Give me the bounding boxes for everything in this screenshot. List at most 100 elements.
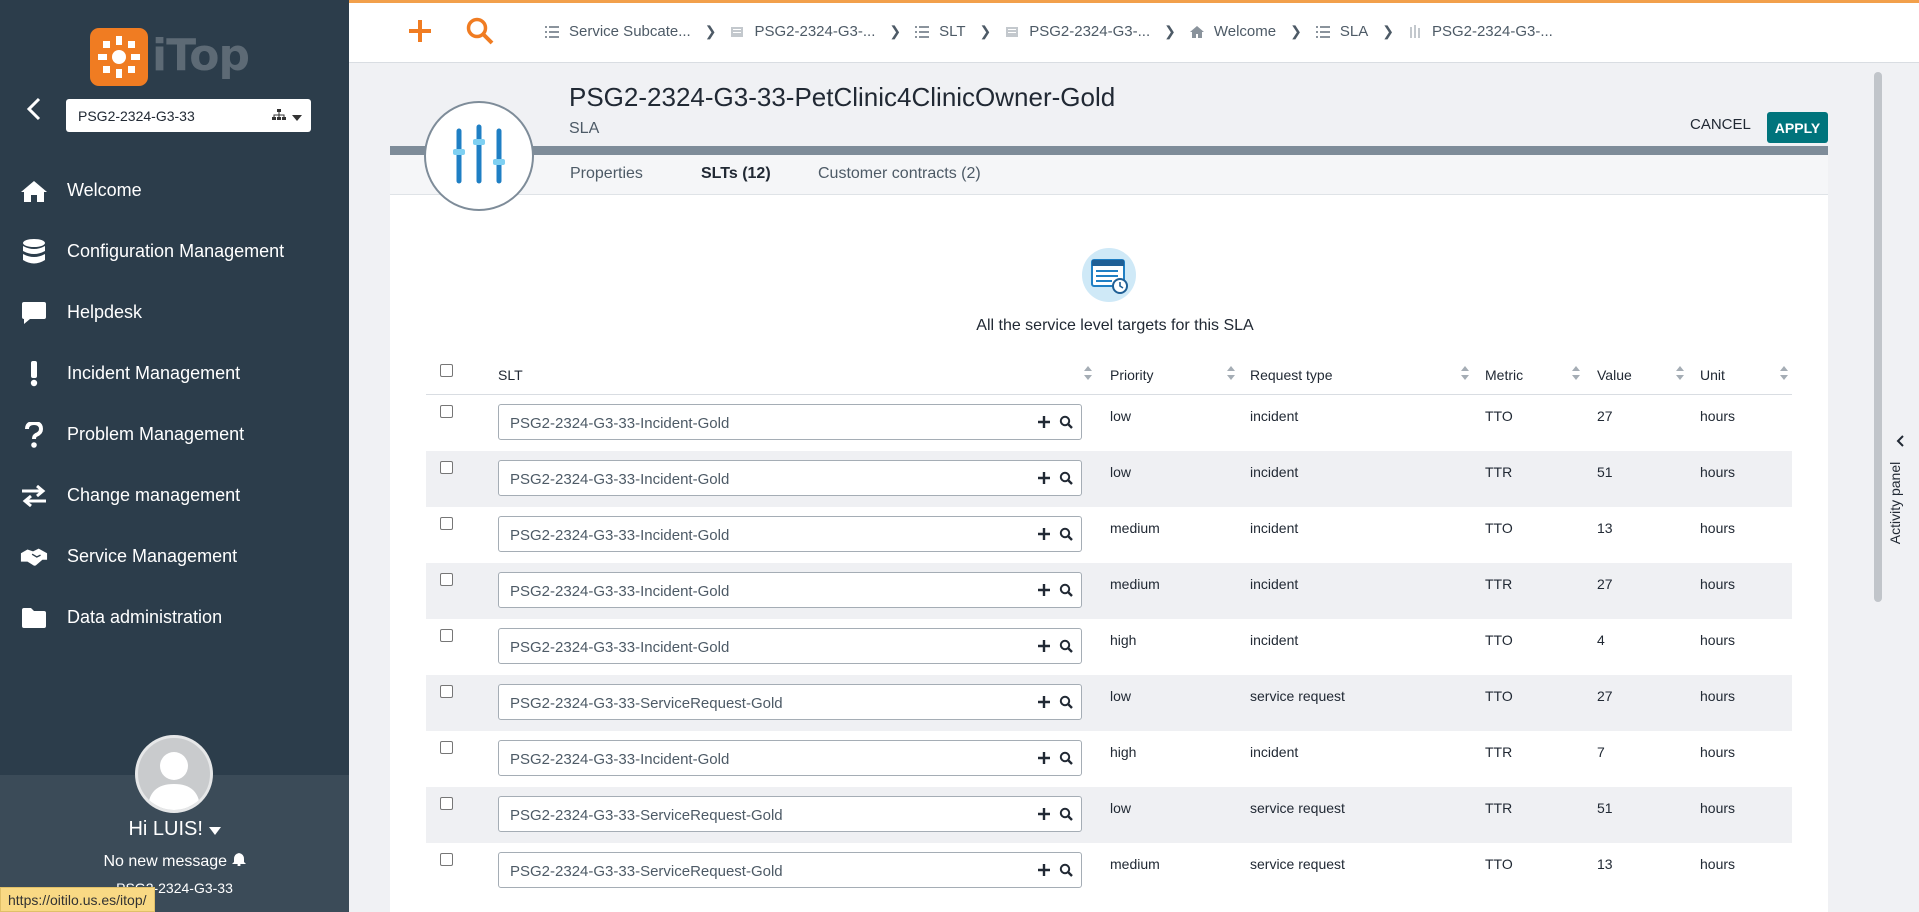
slt-field-value: PSG2-2324-G3-33-Incident-Gold [510,639,730,656]
search-icon[interactable] [465,16,495,46]
row-checkbox[interactable] [440,685,453,698]
slt-field[interactable]: PSG2-2324-G3-33-Incident-Gold [498,740,1082,776]
search-icon[interactable] [1059,471,1075,487]
cell-metric: TTO [1485,520,1513,536]
tab-slts[interactable]: SLTs (12) [701,165,771,183]
sort-icon[interactable] [1780,366,1788,380]
menu-item-problem-management[interactable]: Problem Management [0,404,349,465]
sidebar: iTop PSG2-2324-G3-33 Welcome Configurati… [0,0,349,912]
select-all-checkbox[interactable] [440,364,453,377]
row-checkbox[interactable] [440,517,453,530]
row-checkbox[interactable] [440,461,453,474]
organization-select[interactable]: PSG2-2324-G3-33 [66,99,311,132]
itop-logo[interactable]: iTop [90,28,260,88]
slt-field[interactable]: PSG2-2324-G3-33-Incident-Gold [498,516,1082,552]
search-icon[interactable] [1059,751,1075,767]
column-header-slt[interactable]: SLT [498,367,523,383]
slt-field[interactable]: PSG2-2324-G3-33-ServiceRequest-Gold [498,852,1082,888]
cell-unit: hours [1700,688,1736,704]
sort-icon[interactable] [1461,366,1469,380]
column-header-metric[interactable]: Metric [1485,367,1523,383]
menu-item-configuration-management[interactable]: Configuration Management [0,221,349,282]
avatar[interactable] [135,735,213,813]
breadcrumb-item[interactable]: PSG2-2324-G3-... [730,23,875,40]
sort-icon[interactable] [1084,366,1092,380]
menu-item-data-administration[interactable]: Data administration [0,587,349,648]
notifications[interactable]: No new message [0,852,349,871]
column-header-priority[interactable]: Priority [1110,367,1154,383]
table-row: PSG2-2324-G3-33-ServiceRequest-Gold mediu… [426,843,1792,899]
logo-text: iTop [152,30,250,81]
row-checkbox[interactable] [440,797,453,810]
slt-field[interactable]: PSG2-2324-G3-33-Incident-Gold [498,572,1082,608]
tab-customer-contracts[interactable]: Customer contracts (2) [818,165,981,183]
table-row: PSG2-2324-G3-33-Incident-Gold low incident… [426,395,1792,451]
search-icon[interactable] [1059,807,1075,823]
slt-field-value: PSG2-2324-G3-33-Incident-Gold [510,583,730,600]
tab-properties[interactable]: Properties [570,165,643,183]
add-icon[interactable] [1037,807,1053,823]
menu-item-helpdesk[interactable]: Helpdesk [0,282,349,343]
search-icon[interactable] [1059,863,1075,879]
breadcrumb-label: PSG2-2324-G3-... [754,23,876,40]
row-checkbox[interactable] [440,573,453,586]
breadcrumb-item[interactable]: Welcome [1189,23,1276,40]
apply-button[interactable]: APPLY [1767,112,1828,143]
column-header-unit[interactable]: Unit [1700,367,1725,383]
slt-field[interactable]: PSG2-2324-G3-33-Incident-Gold [498,628,1082,664]
add-icon[interactable] [1037,751,1053,767]
handshake-icon [20,543,48,571]
sort-icon[interactable] [1572,366,1580,380]
cell-value: 4 [1597,632,1605,648]
user-greeting[interactable]: Hi LUIS! [0,818,349,841]
slt-field[interactable]: PSG2-2324-G3-33-ServiceRequest-Gold [498,796,1082,832]
row-checkbox[interactable] [440,741,453,754]
page-title: PSG2-2324-G3-33-PetClinic4ClinicOwner-Go… [569,82,1116,112]
column-header-value[interactable]: Value [1597,367,1632,383]
cancel-button[interactable]: CANCEL [1690,116,1751,133]
add-icon[interactable] [1037,695,1053,711]
search-icon[interactable] [1059,695,1075,711]
add-icon[interactable] [1037,639,1053,655]
hierarchy-icon[interactable] [272,108,286,124]
chevron-down-icon[interactable] [292,108,302,124]
slt-field[interactable]: PSG2-2324-G3-33-Incident-Gold [498,404,1082,440]
column-header-request-type[interactable]: Request type [1250,367,1333,383]
exclamation-icon [20,360,48,388]
menu-item-service-management[interactable]: Service Management [0,526,349,587]
menu-item-incident-management[interactable]: Incident Management [0,343,349,404]
add-icon[interactable] [1037,471,1053,487]
add-icon[interactable] [1037,527,1053,543]
search-icon[interactable] [1059,527,1075,543]
add-icon[interactable] [1037,415,1053,431]
breadcrumb-item[interactable]: SLA [1315,23,1368,40]
chevron-right-icon: ❯ [1164,23,1176,39]
search-icon[interactable] [1059,583,1075,599]
search-icon[interactable] [1059,415,1075,431]
add-icon[interactable] [1037,863,1053,879]
menu-item-label: Problem Management [67,424,245,444]
cell-value: 27 [1597,688,1613,704]
breadcrumb-item[interactable]: PSG2-2324-G3-... [1005,23,1150,40]
add-icon[interactable] [1037,583,1053,599]
breadcrumb-item[interactable]: SLT [915,23,966,40]
breadcrumb-item[interactable]: Service Subcate... [545,23,691,40]
slt-field[interactable]: PSG2-2324-G3-33-Incident-Gold [498,460,1082,496]
breadcrumb-item[interactable]: PSG2-2324-G3-... [1408,23,1553,40]
row-checkbox[interactable] [440,853,453,866]
sort-icon[interactable] [1676,366,1684,380]
home-icon [20,177,48,205]
sort-icon[interactable] [1227,366,1235,380]
slt-field[interactable]: PSG2-2324-G3-33-ServiceRequest-Gold [498,684,1082,720]
new-object-icon[interactable] [405,16,435,46]
menu-item-welcome[interactable]: Welcome [0,160,349,221]
activity-panel-toggle[interactable]: Activity panel [1885,420,1919,580]
row-checkbox[interactable] [440,629,453,642]
search-icon[interactable] [1059,639,1075,655]
scrollbar[interactable] [1874,72,1882,602]
row-checkbox[interactable] [440,405,453,418]
menu-item-change-management[interactable]: Change management [0,465,349,526]
menu-item-label: Data administration [67,607,223,627]
cell-unit: hours [1700,520,1736,536]
collapse-sidebar-icon[interactable] [22,96,48,122]
